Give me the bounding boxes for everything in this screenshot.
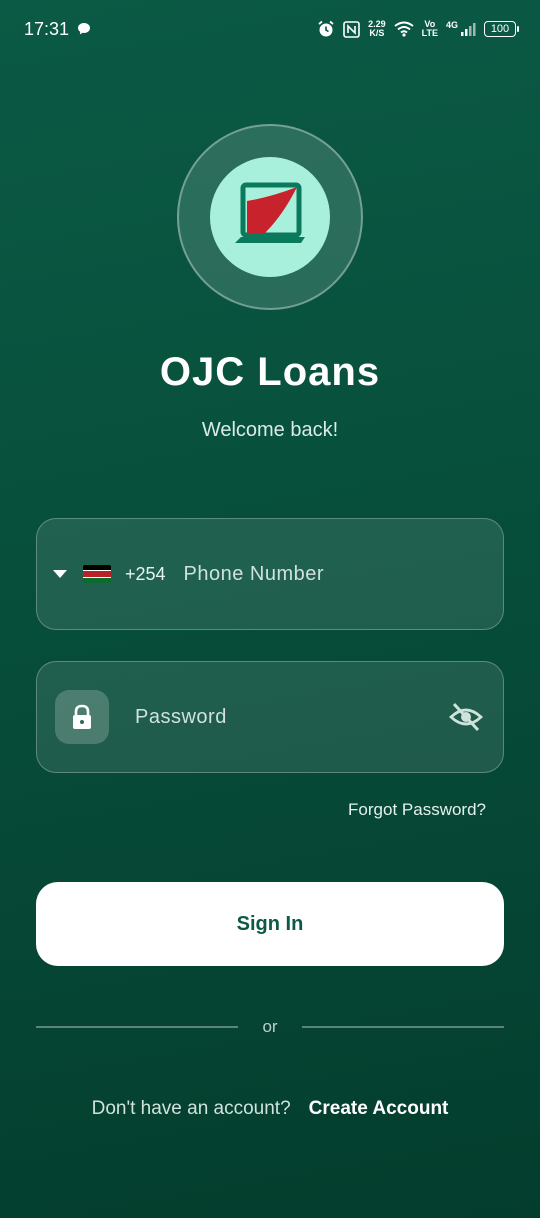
create-account-link[interactable]: Create Account (309, 1098, 449, 1120)
sign-in-button[interactable]: Sign In (36, 882, 504, 966)
battery-level: 100 (490, 23, 510, 35)
country-dropdown-icon[interactable] (53, 570, 67, 578)
password-input[interactable]: Password (135, 706, 227, 729)
signup-prompt: Don't have an account? Create Account (0, 1098, 540, 1120)
no-account-text: Don't have an account? (91, 1098, 291, 1119)
volte-bottom: LTE (421, 28, 438, 38)
welcome-subtitle: Welcome back! (201, 419, 339, 441)
status-bar-left: 17:31 (24, 19, 91, 40)
signal-type: 4G (445, 20, 458, 30)
network-speed: 2.29 K/S (368, 20, 386, 38)
phone-number-field[interactable]: +254 Phone Number (36, 518, 504, 630)
signal-icon (461, 23, 476, 36)
nfc-icon (343, 20, 360, 38)
volte-indicator: Vo LTE (422, 20, 438, 38)
forgot-password-link[interactable]: Forgot Password? (348, 800, 486, 820)
lock-icon-box (55, 690, 109, 744)
status-bar-right: 2.29 K/S Vo LTE 4G 100 (317, 20, 519, 38)
kenya-flag-icon[interactable] (83, 565, 111, 583)
lock-icon (73, 704, 91, 729)
logo-circle (210, 157, 330, 277)
phone-number-input[interactable]: Phone Number (184, 563, 325, 586)
alarm-icon (318, 20, 334, 37)
app-title: OJC Loans (159, 350, 381, 394)
chat-bubble-icon (78, 23, 91, 35)
network-speed-unit: K/S (369, 28, 385, 38)
password-field[interactable]: Password (36, 661, 504, 773)
eye-off-icon[interactable] (449, 700, 483, 734)
laptop-logo-icon (235, 182, 305, 243)
country-code[interactable]: +254 (125, 564, 166, 585)
mobile-signal: 4G (446, 21, 476, 37)
status-bar: 17:31 2.29 K/S Vo LTE 4G 100 (0, 0, 540, 58)
wifi-icon (394, 21, 414, 37)
status-time: 17:31 (24, 18, 70, 39)
battery-icon: 100 (484, 21, 519, 37)
app-logo (177, 124, 363, 310)
divider-line-right (302, 1026, 504, 1028)
